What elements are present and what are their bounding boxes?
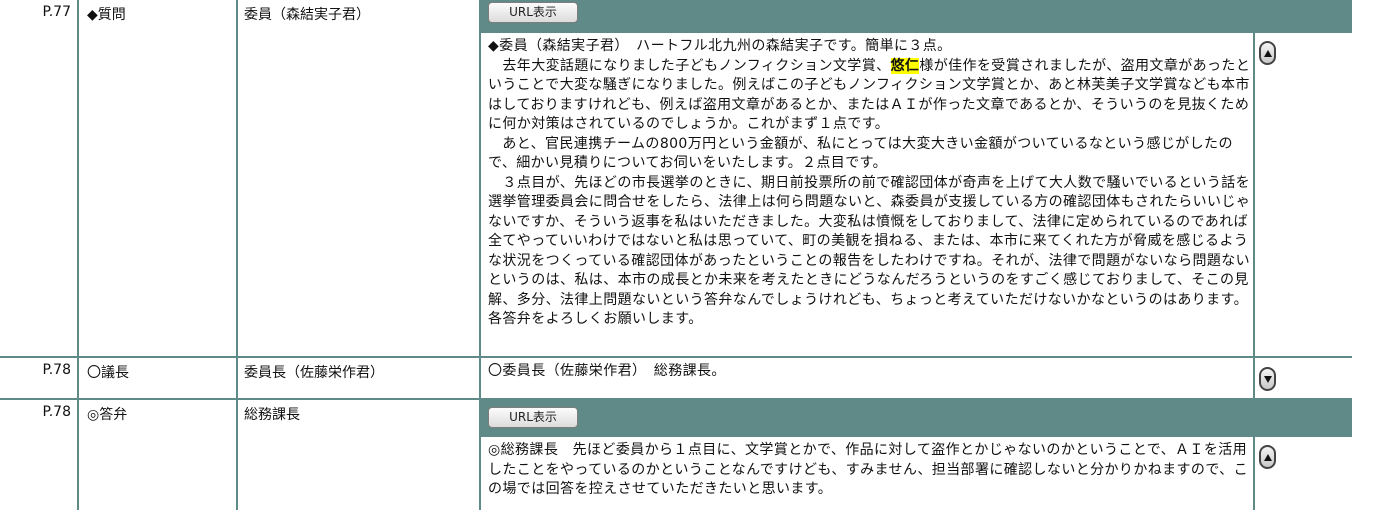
remark-body: ◆委員（森結実子君） ハートフル北九州の森結実子です。簡単に３点。 去年大変話題… [481,33,1253,356]
expand-down-icon[interactable] [1259,367,1276,391]
search-highlight: 悠仁 [890,57,920,74]
remark-body: 〇委員長（佐藤栄作君） 総務課長。 [481,358,1253,398]
toggle-cell [1255,33,1352,356]
toggle-cell [1255,358,1352,398]
page-number: P.77 [0,0,77,356]
page-number: P.78 [0,358,77,398]
remark-paragraph: あと、官民連携チームの800万円という金額が、私にとっては大変大きい金額がついて… [488,135,1233,172]
remark-body: ◎総務課長 先ほど委員から１点目に、文学賞とかで、作品に対して盗作とかじゃないの… [481,437,1253,510]
url-bar: URL表示 [481,400,1352,435]
toggle-cell [1255,437,1352,510]
speaker-name: 委員長（佐藤栄作君） [238,358,479,398]
speaker-name: 総務課長 [238,400,479,510]
remark-paragraph: ◆委員（森結実子君） ハートフル北九州の森結実子です。簡単に３点。 [488,38,952,54]
url-display-button[interactable]: URL表示 [488,407,578,428]
remark-text: 去年大変話題になりました子どもノンフィクション文学賞、 [488,57,891,74]
speaker-name: 委員（森結実子君） [238,0,479,356]
url-display-button[interactable]: URL表示 [488,2,578,23]
page-number: P.78 [0,400,77,510]
remark-type: ◎答弁 [79,400,236,510]
remark-type: ◆質問 [79,0,236,356]
remark-paragraph: ３点目が、先ほどの市長選挙のときに、期日前投票所の前で確認団体が奇声を上げて大人… [488,174,1251,328]
minutes-table: P.77 ◆質問 委員（森結実子君） URL表示 ◆委員（森結実子君） ハートフ… [0,0,1352,510]
remark-type: 〇議長 [79,358,236,398]
collapse-up-icon[interactable] [1259,445,1276,469]
collapse-up-icon[interactable] [1259,41,1276,65]
url-bar: URL表示 [481,0,1352,31]
remark-paragraph: 去年大変話題になりました子どもノンフィクション文学賞、悠仁様が佳作を受賞されまし… [488,57,1251,135]
